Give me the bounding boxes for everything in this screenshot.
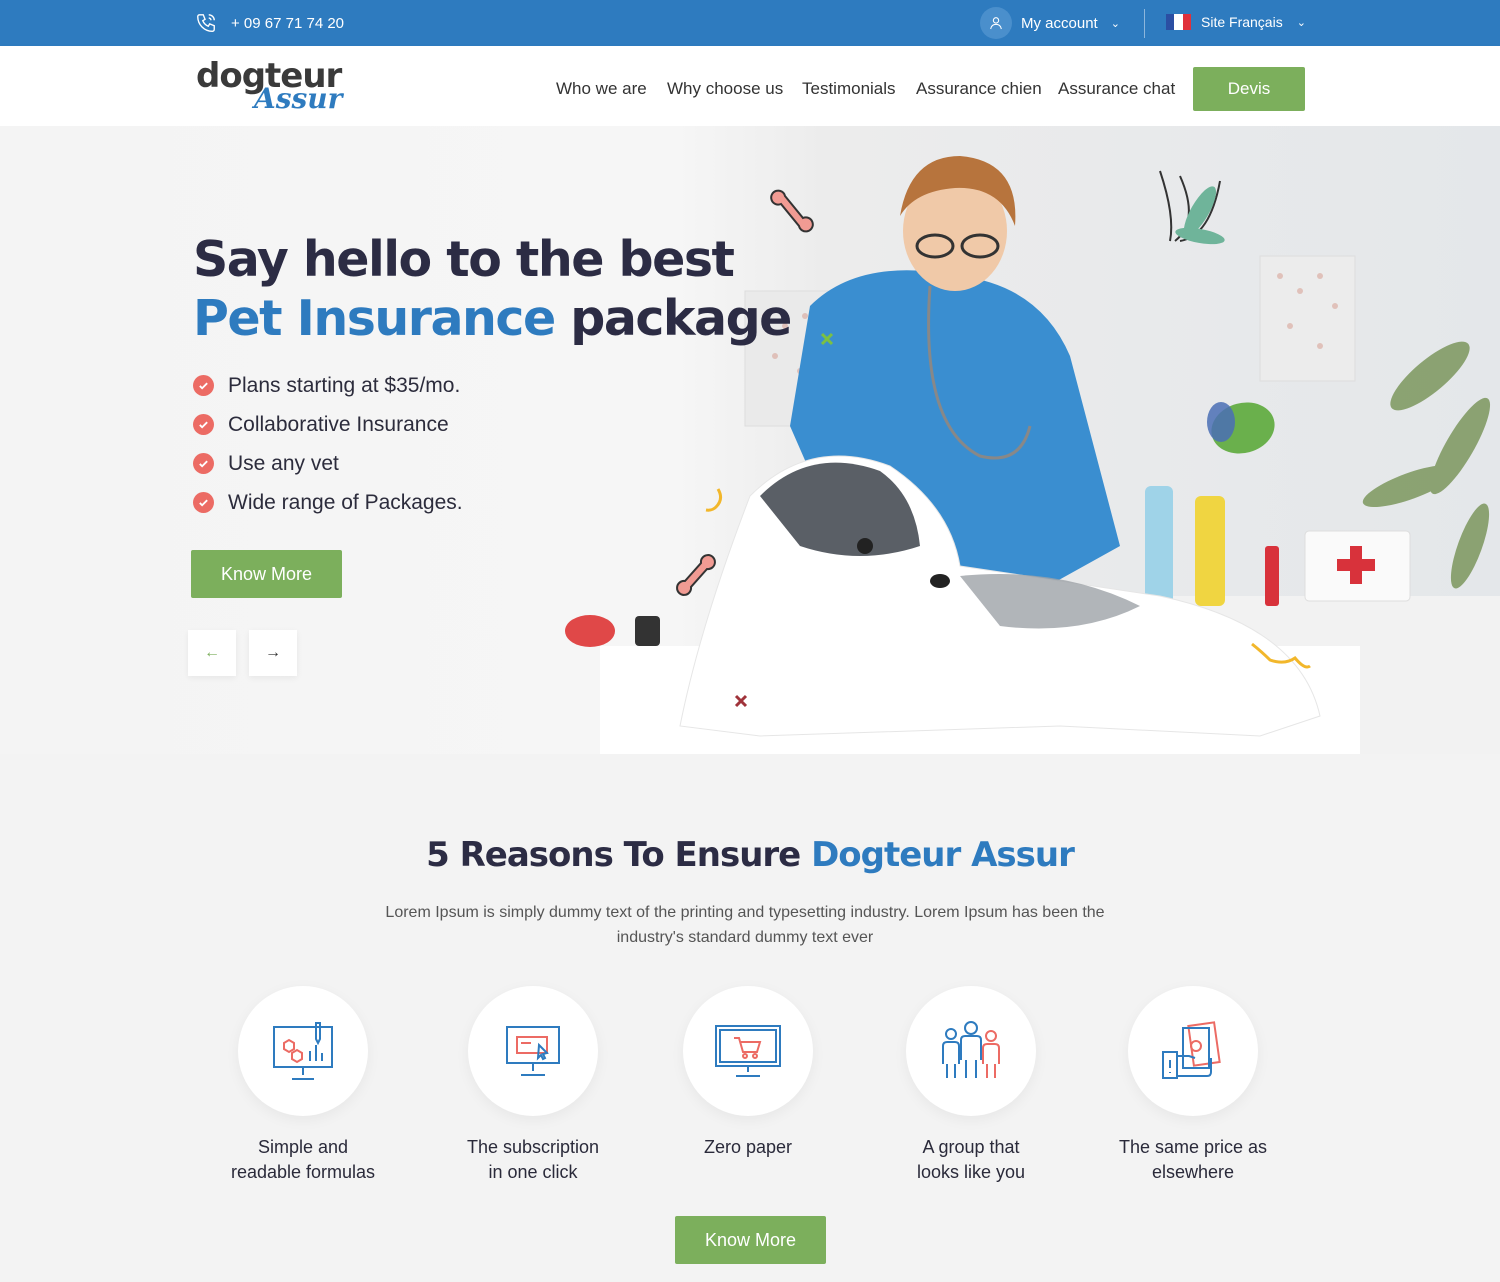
top-bar: + 09 67 71 74 20 My account ⌄ Site Franç… [0, 0, 1500, 46]
slider-prev-button[interactable]: ← [188, 630, 236, 676]
feature-item: Collaborative Insurance [193, 405, 463, 444]
reasons-description: Lorem Ipsum is simply dummy text of the … [385, 904, 1105, 946]
reason-item: The subscription in one click [418, 986, 648, 1185]
feature-label: Use any vet [228, 451, 339, 475]
presentation-chart-icon [273, 1022, 333, 1080]
hero-title-rest: package [554, 290, 792, 347]
reason-icon-circle [906, 986, 1036, 1116]
main-navbar: dogteur Assur Who we are Why choose us T… [0, 46, 1500, 126]
my-account-label: My account [1021, 14, 1098, 32]
logo-text-assur: Assur [254, 82, 343, 115]
arrow-right-icon: → [265, 644, 281, 661]
reason-icon-circle [1128, 986, 1258, 1116]
shopping-cart-monitor-icon [715, 1025, 781, 1077]
vet-with-dog-illustration [565, 156, 1500, 754]
slider-next-button[interactable]: → [249, 630, 297, 676]
feature-item: Plans starting at $35/mo. [193, 366, 463, 405]
reason-label: A group that looks like you [916, 1137, 1026, 1182]
user-icon [980, 7, 1012, 39]
reason-label: The same price as elsewhere [1118, 1137, 1268, 1182]
check-icon [193, 375, 214, 396]
feature-item: Use any vet [193, 444, 463, 483]
check-icon [193, 492, 214, 513]
language-label: Site Français [1201, 14, 1283, 30]
reason-item: A group that looks like you [856, 986, 1086, 1185]
brand-logo[interactable]: dogteur Assur [196, 56, 342, 118]
nav-item-assurance-chien[interactable]: Assurance chien [916, 79, 1042, 99]
hero-know-more-button[interactable]: Know More [191, 550, 342, 598]
hero-title-highlight: Pet Insurance [193, 290, 556, 347]
topbar-divider [1144, 9, 1145, 38]
nav-item-assurance-chat[interactable]: Assurance chat [1058, 79, 1175, 99]
hero-feature-list: Plans starting at $35/mo. Collaborative … [193, 366, 463, 522]
check-icon [193, 453, 214, 474]
reasons-title-highlight: Dogteur Assur [811, 835, 1075, 875]
reasons-title-prefix: 5 Reasons To Ensure [426, 835, 812, 875]
reasons-title: 5 Reasons To Ensure Dogteur Assur [0, 835, 1500, 875]
feature-label: Wide range of Packages. [228, 490, 463, 514]
nav-item-testimonials[interactable]: Testimonials [802, 79, 896, 99]
phone-icon [197, 14, 215, 32]
hero-title: Say hello to the best Pet Insurance pack… [193, 230, 792, 348]
reason-item: The same price as elsewhere [1078, 986, 1308, 1185]
reason-icon-circle [238, 986, 368, 1116]
phone-contact[interactable]: + 09 67 71 74 20 [195, 12, 344, 34]
french-flag-icon [1166, 14, 1191, 30]
monitor-click-icon [506, 1026, 560, 1076]
hero-title-line1: Say hello to the best [193, 231, 735, 288]
reasons-know-more-button[interactable]: Know More [675, 1216, 826, 1264]
reason-label: Zero paper [703, 1137, 793, 1157]
group-people-icon [942, 1021, 1000, 1078]
reason-icon-circle [468, 986, 598, 1116]
devis-button[interactable]: Devis [1193, 67, 1305, 111]
reason-item: Zero paper [633, 986, 863, 1160]
feature-label: Plans starting at $35/mo. [228, 373, 461, 397]
feature-item: Wide range of Packages. [193, 483, 463, 522]
nav-item-why-choose-us[interactable]: Why choose us [667, 79, 783, 99]
feature-label: Collaborative Insurance [228, 412, 449, 436]
check-icon [193, 414, 214, 435]
my-account-menu[interactable]: My account ⌄ [980, 7, 1120, 39]
reason-item: Simple and readable formulas [188, 986, 418, 1185]
reason-label: The subscription in one click [466, 1137, 600, 1182]
nav-item-who-we-are[interactable]: Who we are [556, 79, 647, 99]
hero-section: Say hello to the best Pet Insurance pack… [0, 126, 1500, 754]
chevron-down-icon: ⌄ [1110, 17, 1120, 30]
language-selector[interactable]: Site Français ⌄ [1166, 14, 1306, 30]
phone-number: + 09 67 71 74 20 [231, 14, 345, 32]
chevron-down-icon: ⌄ [1296, 16, 1306, 29]
money-hand-icon [1162, 1021, 1221, 1079]
arrow-left-icon: ← [204, 644, 220, 661]
reason-label: Simple and readable formulas [230, 1137, 376, 1182]
reason-icon-circle [683, 986, 813, 1116]
